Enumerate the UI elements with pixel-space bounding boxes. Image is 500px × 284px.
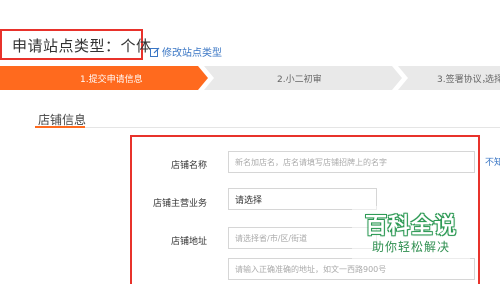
section-title-underline [35,126,85,128]
step-3-label: 3.签署协议， [437,75,491,85]
store-name-input[interactable]: 新名加店名，店名请填写店铺招牌上的名字 [228,151,475,173]
progress-steps: 1.提交申请信息 2.小二初审 3.签署协议， 选择 [0,66,500,90]
edit-icon [150,47,160,57]
watermark-slogan: 助你轻松解决 [372,240,451,254]
store-address-label: 店铺地址 [170,237,207,247]
section-divider [35,127,500,128]
store-name-label: 店铺名称 [170,161,207,171]
step-1-label: 1.提交申请信息 [80,75,143,85]
watermark-logo: 百科全说 [365,214,458,239]
step-2-label: 2.小二初审 [277,75,322,85]
store-business-label: 店铺主营业务 [152,199,207,209]
edit-site-type-label: 修改站点类型 [162,48,222,59]
step-3-label-overflow: 选择 [485,75,500,85]
edit-site-type-link[interactable]: 修改站点类型 [150,44,222,59]
page-title: 申请站点类型：个体 [12,37,152,55]
help-link[interactable]: 不知 [485,155,500,168]
